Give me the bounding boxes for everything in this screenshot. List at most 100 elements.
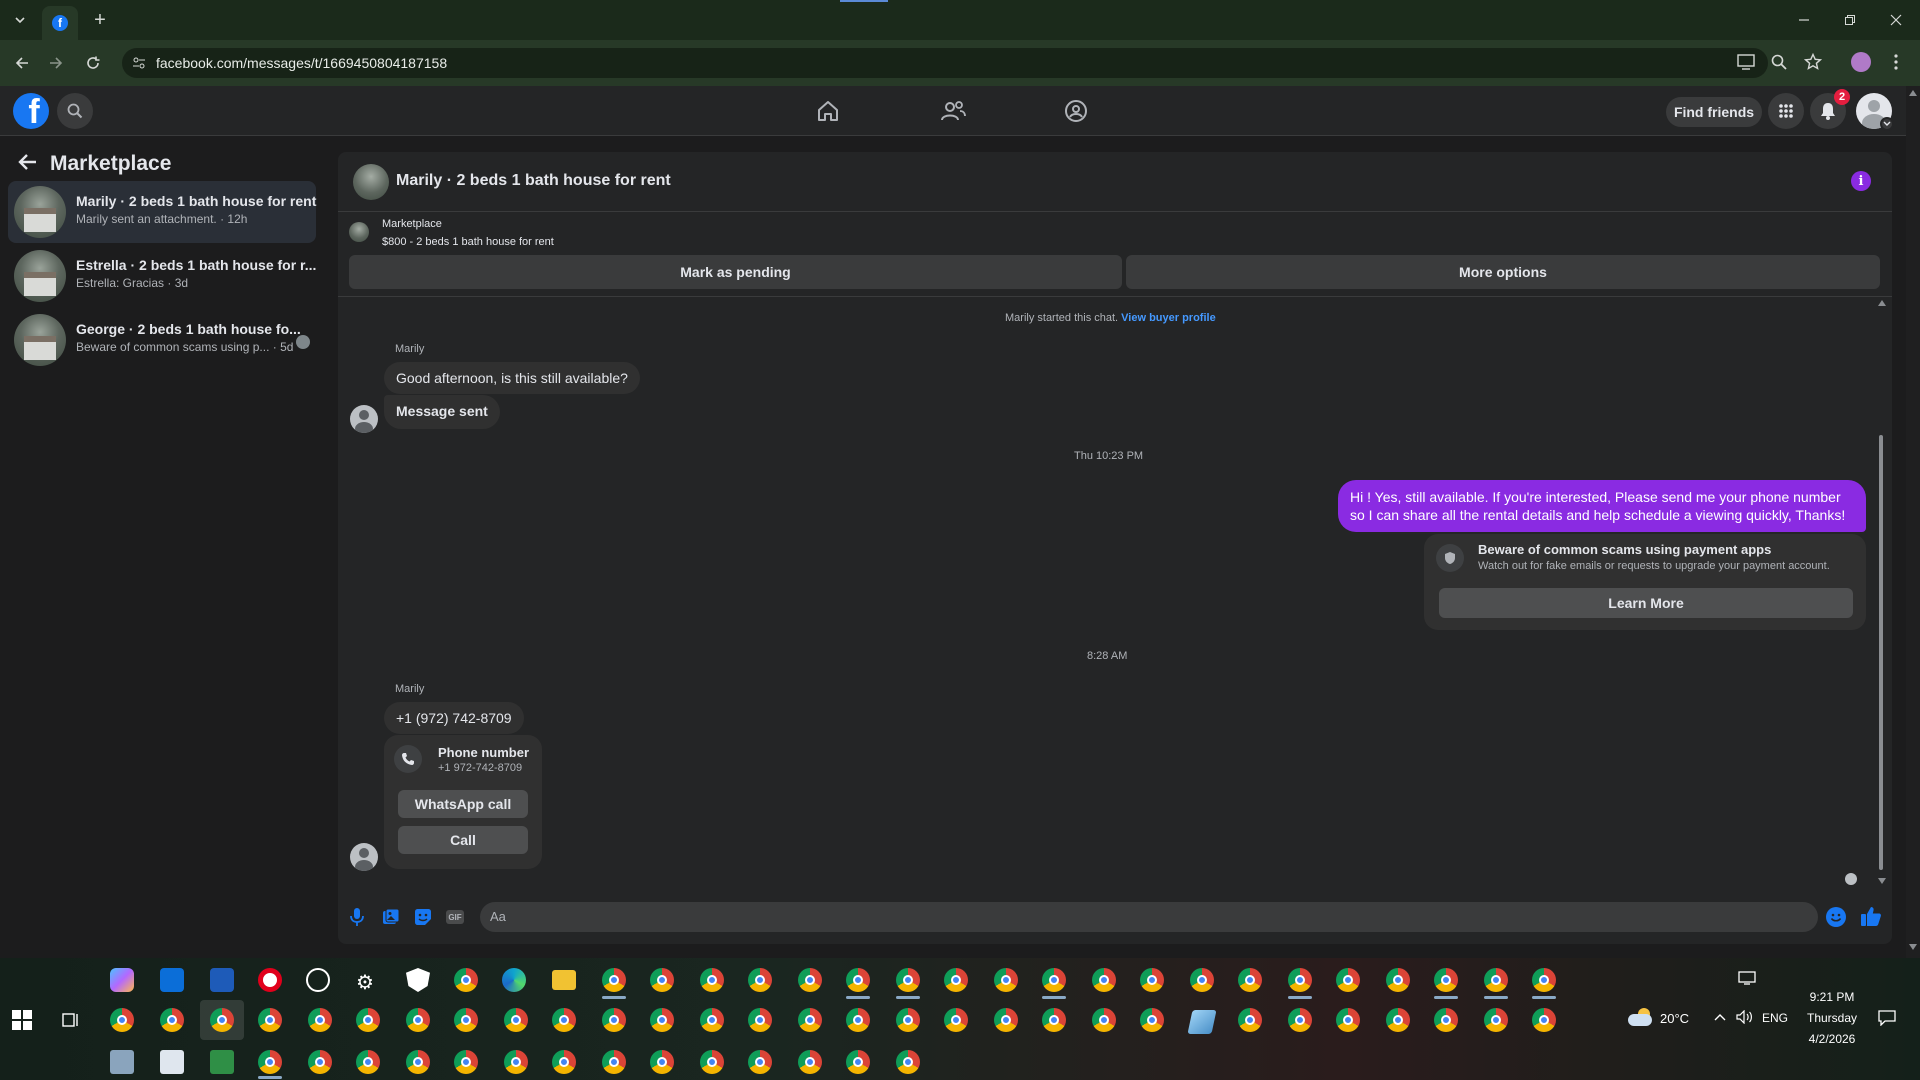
friends-icon[interactable]: [940, 99, 966, 123]
conversation-item-george[interactable]: George · 2 beds 1 bath house fo... Bewar…: [8, 309, 316, 371]
chrome-profile-icon[interactable]: [798, 1050, 822, 1074]
chrome-profile-icon[interactable]: [1434, 1008, 1458, 1032]
spreadsheet-icon[interactable]: [210, 1050, 234, 1074]
chrome-profile-icon[interactable]: [994, 968, 1018, 992]
chrome-icon[interactable]: [454, 968, 478, 992]
learn-more-button[interactable]: Learn More: [1439, 588, 1853, 618]
chrome-profile-icon[interactable]: [1042, 1008, 1066, 1032]
restore-icon[interactable]: [1836, 6, 1864, 34]
remote-desktop-icon[interactable]: [210, 968, 234, 992]
defender-shield-icon[interactable]: [406, 968, 430, 992]
microphone-icon[interactable]: [349, 907, 365, 927]
reload-icon[interactable]: [79, 49, 107, 77]
menu-grid-icon[interactable]: [1768, 93, 1804, 129]
weather-temperature[interactable]: 20°C: [1660, 1011, 1689, 1026]
chrome-profile-icon[interactable]: [552, 1050, 576, 1074]
chrome-profile-icon[interactable]: [994, 1008, 1018, 1032]
page-scroll-down-icon[interactable]: [1909, 944, 1917, 950]
chatgpt-icon[interactable]: [306, 968, 330, 992]
chrome-profile-icon[interactable]: [1190, 968, 1214, 992]
chrome-profile-icon[interactable]: [1386, 1008, 1410, 1032]
chrome-profile-icon[interactable]: [1336, 1008, 1360, 1032]
clock-time[interactable]: 9:21 PM: [1800, 990, 1864, 1004]
message-input[interactable]: [480, 902, 1818, 932]
chrome-profile-icon[interactable]: [650, 1050, 674, 1074]
task-view-icon[interactable]: [62, 1011, 80, 1029]
close-window-icon[interactable]: [1882, 6, 1910, 34]
chrome-profile-icon[interactable]: [748, 1050, 772, 1074]
page-scrollbar[interactable]: [1906, 86, 1920, 958]
chrome-profile-icon[interactable]: [1532, 968, 1556, 992]
chrome-profile-icon[interactable]: [748, 968, 772, 992]
chrome-profile-icon[interactable]: [308, 1050, 332, 1074]
call-button[interactable]: Call: [398, 826, 528, 854]
back-arrow-icon[interactable]: [17, 153, 37, 171]
chrome-profile-icon[interactable]: [846, 968, 870, 992]
new-tab-button[interactable]: +: [86, 6, 114, 34]
chrome-profile-icon[interactable]: [406, 1008, 430, 1032]
chrome-profile-icon[interactable]: [798, 1008, 822, 1032]
chrome-profile-icon[interactable]: [258, 1050, 282, 1074]
forward-arrow-icon[interactable]: [42, 49, 70, 77]
chrome-profile-icon[interactable]: [700, 1008, 724, 1032]
sender-avatar[interactable]: [350, 843, 378, 871]
microsoft-store-icon[interactable]: [160, 968, 184, 992]
scroll-up-icon[interactable]: [1878, 300, 1886, 306]
emoji-icon[interactable]: [1826, 907, 1846, 927]
network-app-icon[interactable]: [110, 1050, 134, 1074]
chrome-profile-icon[interactable]: [1484, 968, 1508, 992]
conversation-item-estrella[interactable]: Estrella · 2 beds 1 bath house for r... …: [8, 245, 316, 307]
notification-center-icon[interactable]: [1878, 1010, 1896, 1026]
chat-scrollbar[interactable]: [1876, 300, 1886, 890]
chrome-profile-icon[interactable]: [896, 1050, 920, 1074]
chrome-profile-icon[interactable]: [454, 1050, 478, 1074]
chrome-profile-icon[interactable]: [846, 1008, 870, 1032]
chat-listing-thumbnail[interactable]: [353, 164, 389, 200]
site-info-icon[interactable]: [132, 56, 146, 70]
mark-as-pending-button[interactable]: Mark as pending: [349, 255, 1122, 289]
chrome-profile-icon[interactable]: [1042, 968, 1066, 992]
chrome-profile-icon[interactable]: [504, 1050, 528, 1074]
opera-icon[interactable]: [258, 968, 282, 992]
like-thumbs-up-icon[interactable]: [1860, 905, 1882, 927]
copilot-icon[interactable]: [110, 968, 134, 992]
scrollbar-thumb[interactable]: [1879, 435, 1883, 870]
chrome-profile-icon[interactable]: [1336, 968, 1360, 992]
chrome-profile-icon[interactable]: [1092, 968, 1116, 992]
chrome-profile-icon[interactable]: [356, 1008, 380, 1032]
chrome-profile-icon[interactable]: [110, 1008, 134, 1032]
chrome-profile-icon[interactable]: [896, 968, 920, 992]
chrome-profile-icon[interactable]: [1140, 968, 1164, 992]
zoom-icon[interactable]: [1771, 54, 1787, 70]
minimize-icon[interactable]: [1790, 6, 1818, 34]
chrome-profile-icon[interactable]: [1140, 1008, 1164, 1032]
chrome-profile-icon[interactable]: [798, 968, 822, 992]
chrome-profile-icon[interactable]: [1238, 1008, 1262, 1032]
chrome-profile-icon[interactable]: [602, 968, 626, 992]
photo-icon[interactable]: [382, 908, 400, 926]
back-arrow-icon[interactable]: [8, 49, 36, 77]
chat-title[interactable]: Marily · 2 beds 1 bath house for rent: [396, 172, 671, 190]
browser-menu-icon[interactable]: [1893, 53, 1899, 71]
chrome-profile-icon[interactable]: [308, 1008, 332, 1032]
chrome-profile-icon[interactable]: [552, 1008, 576, 1032]
chrome-profile-icon[interactable]: [160, 1008, 184, 1032]
sticker-icon[interactable]: [414, 908, 432, 926]
page-scroll-up-icon[interactable]: [1909, 90, 1917, 96]
notepad-icon[interactable]: [1187, 1010, 1217, 1034]
contact-app-icon[interactable]: [160, 1050, 184, 1074]
chrome-profile-icon[interactable]: [356, 1050, 380, 1074]
volume-icon[interactable]: [1736, 1010, 1754, 1024]
url-text[interactable]: facebook.com/messages/t/1669450804187158: [156, 55, 447, 71]
bookmark-star-icon[interactable]: [1804, 53, 1822, 71]
chrome-profile-icon[interactable]: [748, 1008, 772, 1032]
tab-facebook[interactable]: f: [42, 6, 78, 40]
message-bubble[interactable]: Message sent: [384, 395, 500, 429]
chrome-profile-icon[interactable]: [1288, 968, 1312, 992]
chrome-profile-icon[interactable]: [602, 1008, 626, 1032]
chrome-profile-icon[interactable]: [1288, 1008, 1312, 1032]
chrome-profile-icon[interactable]: [454, 1008, 478, 1032]
message-input-placeholder[interactable]: Aa: [490, 909, 506, 924]
tab-search-chevron-icon[interactable]: [6, 6, 34, 34]
chrome-profile-icon[interactable]: [1532, 1008, 1556, 1032]
